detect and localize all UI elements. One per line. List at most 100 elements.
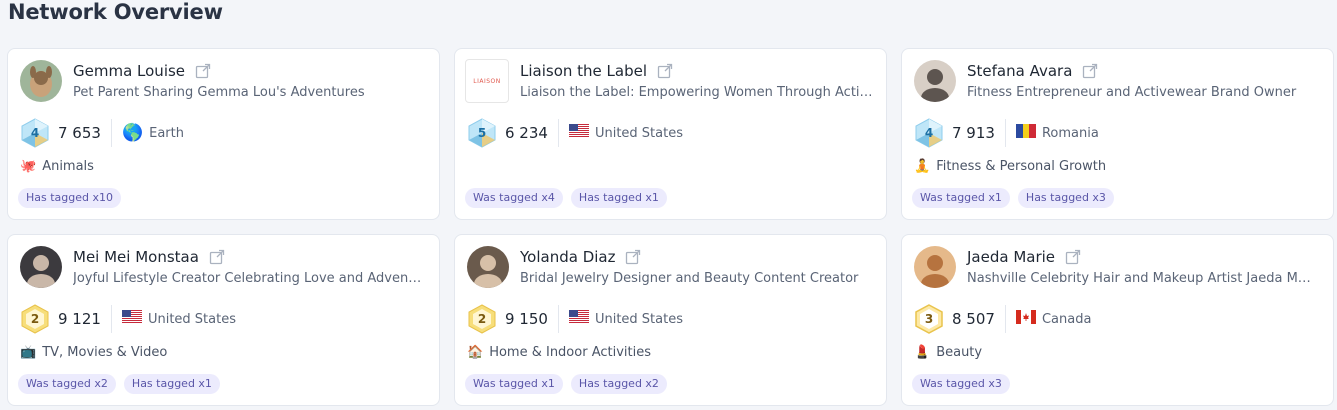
divider <box>1004 119 1006 147</box>
tag-chip[interactable]: Has tagged x1 <box>570 188 667 208</box>
creator-name[interactable]: Mei Mei Monstaa <box>73 248 199 266</box>
creator-name[interactable]: Gemma Louise <box>73 62 185 80</box>
category-label: TV, Movies & Video <box>42 345 168 360</box>
tag-list: Was tagged x1 Has tagged x3 <box>912 188 1114 208</box>
country-label: Earth <box>149 125 184 141</box>
creator-bio: Pet Parent Sharing Gemma Lou's Adventure… <box>73 85 365 100</box>
category: 🧘 Fitness & Personal Growth <box>914 159 1106 174</box>
flag-us-icon <box>568 310 589 328</box>
level-number: 4 <box>924 126 934 140</box>
globe-icon: 🌎 <box>121 123 144 143</box>
level-badge-icon: 5 <box>467 118 497 148</box>
creator-bio: Fitness Entrepreneur and Activewear Bran… <box>967 85 1297 100</box>
tag-chip[interactable]: Was tagged x3 <box>912 374 1010 394</box>
level-badge-icon: 4 <box>914 118 944 148</box>
flag-us-icon <box>568 124 589 142</box>
country: Romania <box>1015 124 1099 142</box>
avatar[interactable] <box>914 60 956 102</box>
tag-chip[interactable]: Has tagged x1 <box>123 374 220 394</box>
category: 📺 TV, Movies & Video <box>20 345 167 360</box>
external-link-icon[interactable] <box>1065 249 1081 265</box>
tv-icon: 📺 <box>20 345 37 360</box>
creator-card[interactable]: LIAISON Liaison the Label Liaison the Labe… <box>454 48 887 220</box>
follower-count: 8 507 <box>952 310 995 328</box>
creator-stats: 2 9 121 United States <box>20 304 236 334</box>
avatar[interactable] <box>914 246 956 288</box>
category-label: Home & Indoor Activities <box>489 345 651 360</box>
flag-us-icon <box>121 310 142 328</box>
category: 🐙 Animals <box>20 159 94 174</box>
country: United States <box>568 124 683 142</box>
brand-logo[interactable]: LIAISON <box>465 59 509 103</box>
flag-ro-icon <box>1015 124 1036 142</box>
level-number: 4 <box>30 126 40 140</box>
category: 💄 Beauty <box>914 345 982 360</box>
tag-list: Was tagged x4 Has tagged x1 <box>465 188 667 208</box>
level-number: 2 <box>30 312 40 326</box>
lipstick-icon: 💄 <box>914 345 931 360</box>
external-link-icon[interactable] <box>195 63 211 79</box>
creator-stats: 4 7 653 🌎 Earth <box>20 118 184 148</box>
tag-chip[interactable]: Has tagged x3 <box>1017 188 1114 208</box>
creator-name[interactable]: Jaeda Marie <box>967 248 1055 266</box>
creator-card[interactable]: Gemma Louise Pet Parent Sharing Gemma Lou… <box>7 48 440 220</box>
level-badge-icon: 2 <box>20 304 50 334</box>
avatar[interactable] <box>20 60 62 102</box>
avatar[interactable] <box>20 246 62 288</box>
follower-count: 9 121 <box>58 310 101 328</box>
creator-name[interactable]: Yolanda Diaz <box>520 248 615 266</box>
divider <box>1004 305 1006 333</box>
creator-stats: 3 8 507 Canada <box>914 304 1092 334</box>
level-badge-icon: 3 <box>914 304 944 334</box>
tag-list: Was tagged x3 <box>912 374 1010 394</box>
creator-bio: Bridal Jewelry Designer and Beauty Conte… <box>520 271 859 286</box>
creator-card[interactable]: Mei Mei Monstaa Joyful Lifestyle Creator … <box>7 234 440 406</box>
divider <box>110 119 112 147</box>
tag-chip[interactable]: Was tagged x4 <box>465 188 563 208</box>
creator-name[interactable]: Liaison the Label <box>520 62 647 80</box>
country-label: United States <box>594 311 683 327</box>
tag-list: Was tagged x1 Has tagged x2 <box>465 374 667 394</box>
level-number: 5 <box>477 126 487 140</box>
country: United States <box>121 310 236 328</box>
creator-stats: 5 6 234 United States <box>467 118 683 148</box>
tag-chip[interactable]: Was tagged x2 <box>18 374 116 394</box>
tag-chip[interactable]: Was tagged x1 <box>912 188 1010 208</box>
level-number: 3 <box>924 312 934 326</box>
external-link-icon[interactable] <box>1082 63 1098 79</box>
creator-card[interactable]: Stefana Avara Fitness Entrepreneur and Ac… <box>901 48 1334 220</box>
yoga-icon: 🧘 <box>914 159 931 174</box>
country-label: Romania <box>1041 125 1099 141</box>
divider <box>557 119 559 147</box>
logo-text: LIAISON <box>473 77 501 85</box>
country-label: United States <box>594 125 683 141</box>
level-badge-icon: 2 <box>467 304 497 334</box>
external-link-icon[interactable] <box>209 249 225 265</box>
tag-chip[interactable]: Has tagged x2 <box>570 374 667 394</box>
creator-bio: Liaison the Label: Empowering Women Thro… <box>520 85 873 100</box>
tag-list: Has tagged x10 <box>18 188 122 208</box>
creator-card[interactable]: Jaeda Marie Nashville Celebrity Hair and … <box>901 234 1334 406</box>
follower-count: 9 150 <box>505 310 548 328</box>
country-label: United States <box>147 311 236 327</box>
creator-card[interactable]: Yolanda Diaz Bridal Jewelry Designer and … <box>454 234 887 406</box>
level-badge-icon: 4 <box>20 118 50 148</box>
follower-count: 7 913 <box>952 124 995 142</box>
creator-stats: 4 7 913 Romania <box>914 118 1099 148</box>
tag-chip[interactable]: Was tagged x1 <box>465 374 563 394</box>
category-label: Fitness & Personal Growth <box>936 159 1107 174</box>
creator-bio: Joyful Lifestyle Creator Celebrating Lov… <box>73 271 422 286</box>
external-link-icon[interactable] <box>657 63 673 79</box>
level-number: 2 <box>477 312 487 326</box>
external-link-icon[interactable] <box>625 249 641 265</box>
octopus-icon: 🐙 <box>20 159 37 174</box>
country-label: Canada <box>1041 311 1092 327</box>
tag-chip[interactable]: Has tagged x10 <box>18 188 122 208</box>
divider <box>110 305 112 333</box>
creator-name[interactable]: Stefana Avara <box>967 62 1072 80</box>
category-label: Animals <box>42 159 94 174</box>
creator-bio: Nashville Celebrity Hair and Makeup Arti… <box>967 271 1311 286</box>
avatar[interactable] <box>467 246 509 288</box>
category-label: Beauty <box>936 345 983 360</box>
follower-count: 6 234 <box>505 124 548 142</box>
